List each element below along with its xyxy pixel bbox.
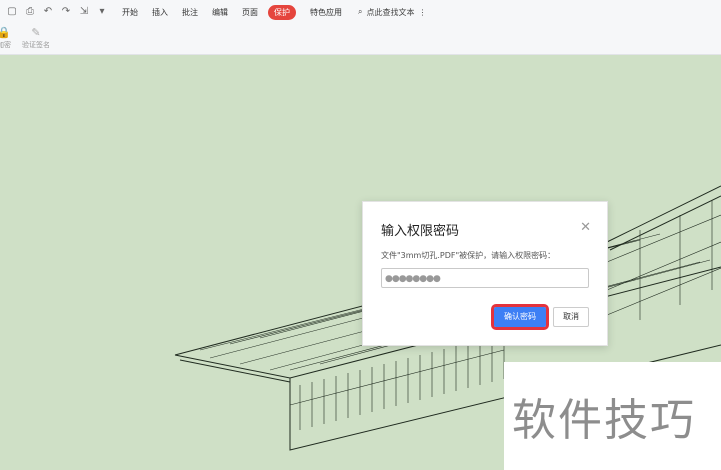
verify-signature-label: 验证签名 [22,41,50,49]
watermark-text: 软件技巧 [512,395,696,446]
menu-bar: ▢ ⎙ ↶ ↷ ⇲ ▾ 开始 插入 批注 编辑 页面 保护 特色应用 ⌕ 点此查… [0,0,721,24]
signature-icon: ✎ [31,26,41,39]
password-input[interactable]: ●●●●●●●● [381,268,589,288]
verify-signature-tool[interactable]: ✎ 验证签名 [20,26,52,50]
chevron-down-icon[interactable]: ▾ [96,6,108,18]
undo-icon[interactable]: ↶ [42,6,54,18]
lock-icon: 🔒 [0,26,11,39]
dialog-message: 文件"3mm切孔.PDF"被保护，请输入权限密码： [381,251,556,260]
search-icon: ⌕ [358,7,363,16]
close-icon[interactable]: ✕ [580,220,591,235]
menu-annotate[interactable]: 批注 [182,7,198,18]
encrypt-tool[interactable]: 🔒 加密 [0,26,14,50]
cancel-button[interactable]: 取消 [553,307,589,327]
redo-icon[interactable]: ↷ [60,6,72,18]
permission-password-dialog: 输入权限密码 ✕ 文件"3mm切孔.PDF"被保护，请输入权限密码： ●●●●●… [362,201,608,346]
confirm-password-button[interactable]: 确认密码 [491,304,549,330]
menu-insert[interactable]: 插入 [152,7,168,18]
encrypt-label: 加密 [0,41,11,49]
toolbar: ▢ ⎙ ↶ ↷ ⇲ ▾ 开始 插入 批注 编辑 页面 保护 特色应用 ⌕ 点此查… [0,0,721,55]
save-icon[interactable]: ▢ [6,6,18,18]
print-icon[interactable]: ⎙ [24,6,36,18]
menu-protect[interactable]: 保护 [268,4,296,20]
menu-page[interactable]: 页面 [242,7,258,18]
more-icon[interactable]: ⋮ [418,8,426,17]
export-icon[interactable]: ⇲ [78,6,90,18]
search-label: 点此查找文本 [366,7,415,17]
search-box[interactable]: ⌕ 点此查找文本 ⋮ [358,7,426,18]
menu-start[interactable]: 开始 [122,7,138,18]
watermark: 软件技巧 [504,362,721,470]
menu-edit[interactable]: 编辑 [212,7,228,18]
tool-row: 🔒 加密 ✎ 验证签名 [0,26,721,52]
menu-features[interactable]: 特色应用 [310,7,342,18]
dialog-title: 输入权限密码 [381,224,460,239]
